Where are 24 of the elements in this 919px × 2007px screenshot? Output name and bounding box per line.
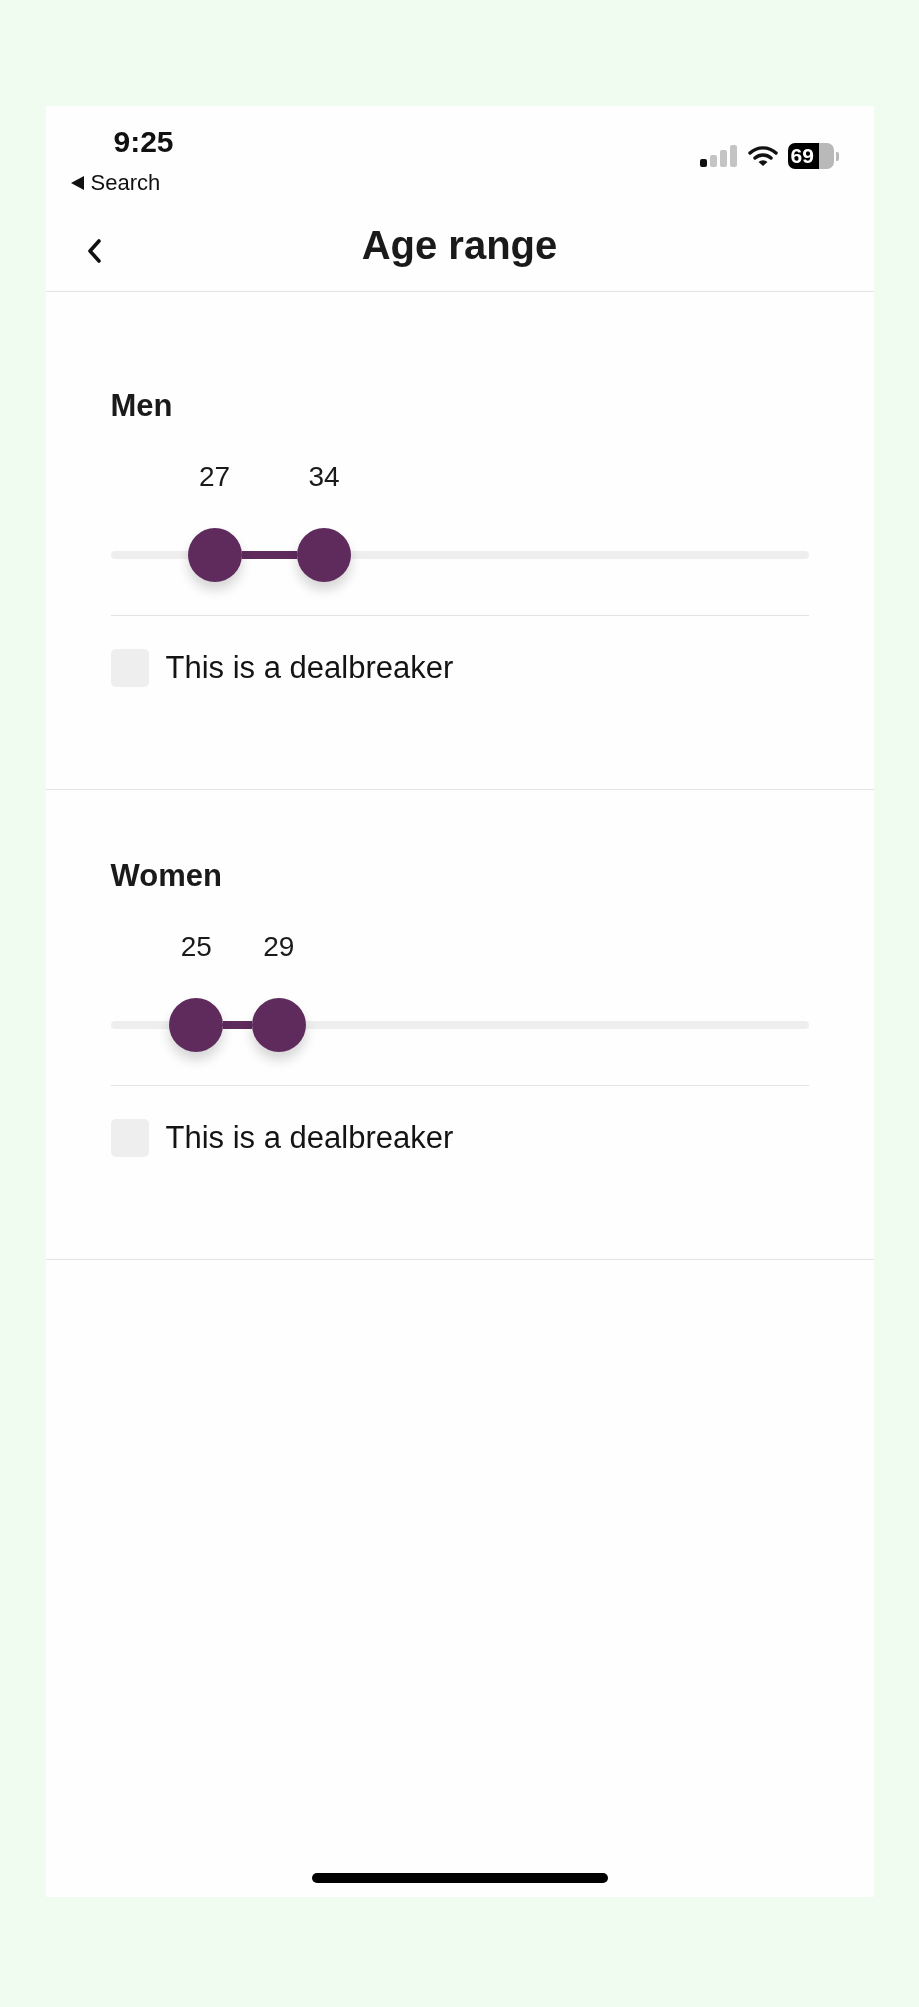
slider-thumb[interactable] <box>187 528 242 582</box>
slider-value: 29 <box>263 933 295 961</box>
triangle-left-icon <box>70 176 84 190</box>
slider-track[interactable] <box>110 528 809 582</box>
back-to-search-link[interactable]: Search <box>70 170 174 196</box>
status-time: 9:25 <box>113 126 174 158</box>
slider-thumb[interactable] <box>297 528 352 582</box>
slider-thumb[interactable] <box>251 998 306 1052</box>
slider-thumb[interactable] <box>169 998 224 1052</box>
battery-tip-icon <box>835 151 839 161</box>
battery-indicator: 69 <box>787 143 834 169</box>
slider-value: 34 <box>308 463 340 491</box>
slider-range-fill <box>241 551 298 559</box>
slider-value: 25 <box>180 933 212 961</box>
checkbox-label: This is a dealbreaker <box>165 650 454 686</box>
slider-range-fill <box>223 1021 252 1029</box>
section-title: Women <box>110 860 223 892</box>
section-title: Men <box>110 390 174 422</box>
signal-icon <box>699 145 738 167</box>
slider-track[interactable] <box>110 998 809 1052</box>
slider-value: 27 <box>198 463 231 491</box>
page-title: Age range <box>360 222 559 267</box>
wifi-icon <box>747 145 778 167</box>
checkbox-label: This is a dealbreaker <box>165 1120 454 1156</box>
